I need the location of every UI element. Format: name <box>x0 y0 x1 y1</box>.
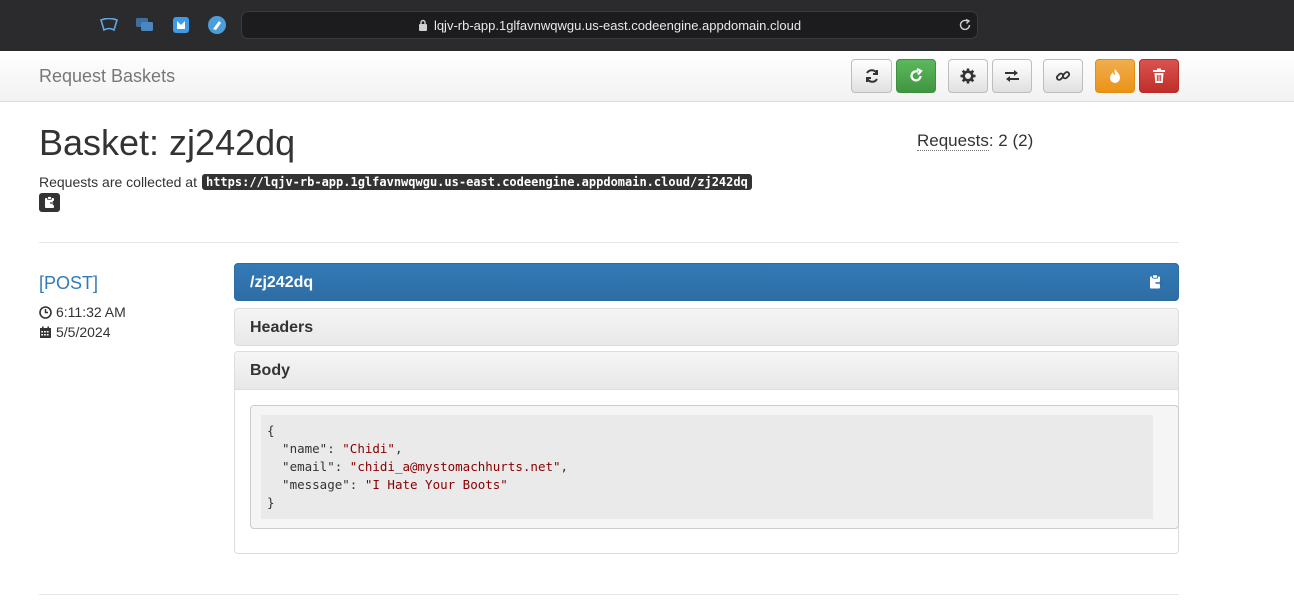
code-line: { <box>267 423 275 438</box>
divider <box>39 594 1179 595</box>
request-time: 6:11:32 AM <box>39 304 126 320</box>
requests-label: Requests <box>917 131 989 151</box>
calendar-icon <box>40 326 51 338</box>
body-title: Body <box>250 362 290 379</box>
reader-icon[interactable] <box>99 15 119 35</box>
refresh-button[interactable] <box>851 59 892 93</box>
fire-icon <box>1110 69 1120 83</box>
clipboard-icon <box>44 196 56 208</box>
request-time-text: 6:11:32 AM <box>56 304 126 320</box>
brand-link[interactable]: Request Baskets <box>39 66 175 87</box>
auto-refresh-button[interactable] <box>896 59 936 93</box>
body-panel: Body { "name": "Chidi", "email": "chidi_… <box>234 351 1179 554</box>
code-line: "name": "Chidi", <box>267 441 403 456</box>
request-date: 5/5/2024 <box>39 324 111 340</box>
trash-icon <box>1153 68 1165 83</box>
shield-extension-icon[interactable] <box>171 15 191 35</box>
copy-request-button[interactable] <box>1149 274 1164 295</box>
auto-refresh-icon <box>910 68 923 82</box>
browser-toolbar: lqjv-rb-app.1glfavnwqwgu.us-east.codeeng… <box>0 0 1294 51</box>
headers-panel[interactable]: Headers <box>234 308 1179 346</box>
share-link-button[interactable] <box>1043 59 1083 93</box>
body-code-block: { "name": "Chidi", "email": "chidi_a@mys… <box>250 405 1179 529</box>
responses-button[interactable] <box>992 59 1032 93</box>
headers-title: Headers <box>250 319 314 336</box>
gear-icon <box>960 68 976 84</box>
divider <box>39 242 1179 243</box>
globe-extension-icon[interactable] <box>207 15 227 35</box>
request-method[interactable]: [POST] <box>39 273 98 294</box>
url-text: lqjv-rb-app.1glfavnwqwgu.us-east.codeeng… <box>433 17 802 33</box>
code-line: "email": "chidi_a@mystomachhurts.net", <box>267 459 569 474</box>
code-line: } <box>267 495 275 510</box>
link-icon <box>1055 71 1071 81</box>
collection-url-line: Requests are collected at https://lqjv-r… <box>39 174 752 190</box>
body-code-content: { "name": "Chidi", "email": "chidi_a@mys… <box>261 415 1153 519</box>
clock-icon <box>39 305 52 319</box>
refresh-icon <box>865 69 878 83</box>
reload-icon[interactable] <box>958 18 972 32</box>
requests-counter: Requests: 2 (2) <box>917 131 1033 151</box>
clipboard-icon <box>1150 274 1164 289</box>
tabs-icon[interactable] <box>135 15 155 35</box>
request-path-panel: /zj242dq <box>234 263 1179 301</box>
address-bar[interactable]: lqjv-rb-app.1glfavnwqwgu.us-east.codeeng… <box>241 11 978 39</box>
delete-basket-button[interactable] <box>1139 59 1179 93</box>
transfer-icon <box>1005 70 1019 82</box>
body-panel-header[interactable]: Body <box>235 352 1178 390</box>
copy-url-button[interactable] <box>39 193 60 212</box>
clear-requests-button[interactable] <box>1095 59 1135 93</box>
lock-icon <box>418 19 428 31</box>
code-line: "message": "I Hate Your Boots" <box>267 477 508 492</box>
collection-label: Requests are collected at <box>39 174 197 190</box>
request-date-text: 5/5/2024 <box>56 324 111 340</box>
page-title: Basket: zj242dq <box>39 122 296 163</box>
request-path: /zj242dq <box>250 274 314 291</box>
collection-url: https://lqjv-rb-app.1glfavnwqwgu.us-east… <box>201 174 752 190</box>
settings-button[interactable] <box>948 59 988 93</box>
app-navbar: Request Baskets <box>0 51 1294 102</box>
requests-value: : 2 (2) <box>988 131 1034 150</box>
